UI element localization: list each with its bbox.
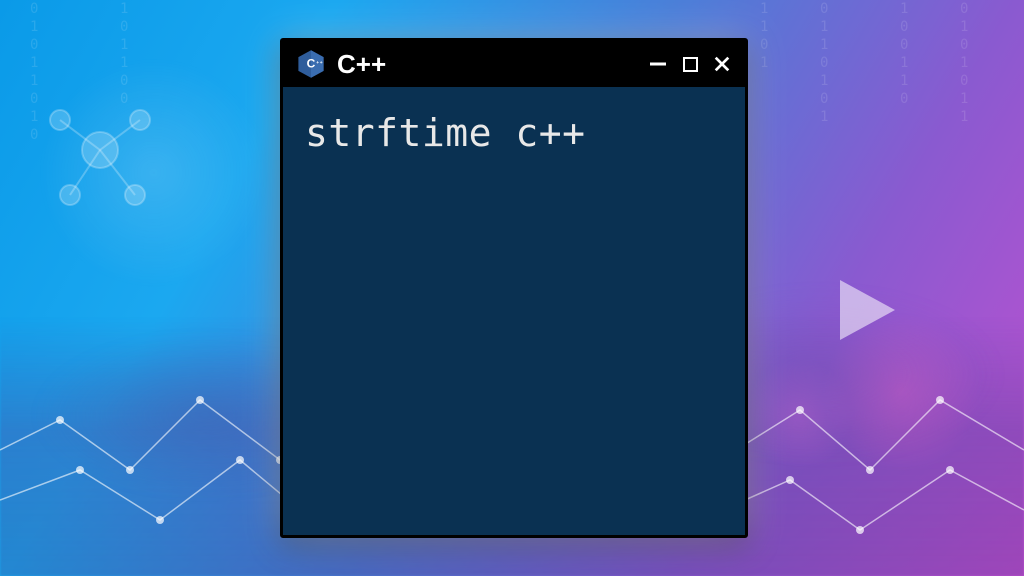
terminal-text: strftime c++ [305, 111, 586, 155]
maximize-button[interactable] [679, 53, 701, 75]
minimize-button[interactable] [647, 53, 669, 75]
terminal-body[interactable]: strftime c++ [283, 87, 745, 179]
close-button[interactable] [711, 53, 733, 75]
svg-text:C: C [307, 57, 316, 71]
terminal-window: C + + C++ strftime c++ [280, 38, 748, 538]
titlebar[interactable]: C + + C++ [283, 41, 745, 87]
window-title: C++ [337, 49, 647, 80]
svg-text:+: + [316, 61, 319, 66]
window-controls [647, 53, 733, 75]
cpp-logo-icon: C + + [295, 48, 327, 80]
svg-text:+: + [320, 61, 323, 66]
